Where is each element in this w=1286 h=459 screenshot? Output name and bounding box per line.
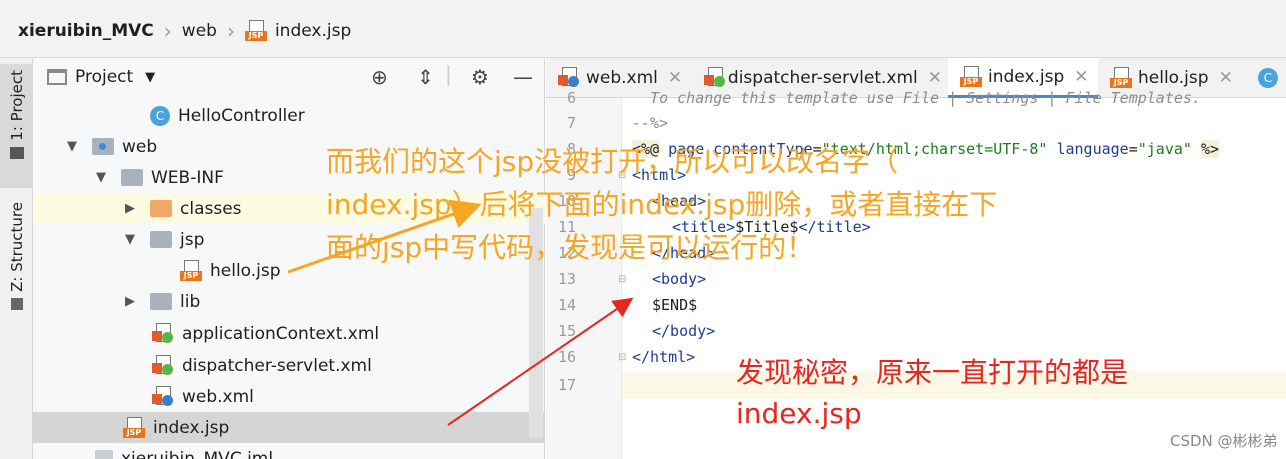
spring-xml-icon xyxy=(704,67,725,89)
line-number: 7 xyxy=(566,114,576,132)
tree-item-label: index.jsp xyxy=(153,417,230,438)
tab-label: web.xml xyxy=(586,68,658,88)
tree-item-web-xml[interactable]: web.xml xyxy=(33,381,545,412)
line-number: 14 xyxy=(557,296,576,314)
orange-annotation: 而我们的这个jsp没被打开，所以可以改名字（ index.jsp）后将下面的in… xyxy=(326,140,997,269)
folder-icon xyxy=(150,231,172,248)
folder-icon xyxy=(9,146,24,159)
web-folder-icon xyxy=(92,138,114,155)
jsp-file-icon: JSP xyxy=(1110,67,1132,89)
tab-label: dispatcher-servlet.xml xyxy=(727,68,918,88)
folder-orange-icon xyxy=(150,200,172,217)
collapse-arrow-icon[interactable]: ▶ xyxy=(122,201,138,216)
code-line-15: </body> xyxy=(652,322,716,340)
project-panel-header: Project ▼ ⊕ ⇕ | ⚙ — xyxy=(33,58,545,98)
jsp-file-icon: JSP xyxy=(180,259,202,282)
close-icon[interactable]: ✕ xyxy=(668,68,682,88)
project-panel-title: Project xyxy=(75,67,134,87)
project-tool-tab[interactable]: 1: Project xyxy=(0,64,33,188)
breadcrumb-project[interactable]: xieruibin_MVC xyxy=(18,21,154,41)
window-icon xyxy=(47,69,67,85)
close-icon[interactable]: ✕ xyxy=(928,68,942,88)
annotation-line: index.jsp xyxy=(736,397,862,430)
tree-item-label: HelloController xyxy=(178,105,305,126)
expand-arrow-icon[interactable]: ▼ xyxy=(93,170,109,185)
tree-item-label: web xyxy=(122,136,158,157)
collapse-arrow-icon[interactable]: ▶ xyxy=(122,294,138,309)
tree-item-label: lib xyxy=(180,291,201,312)
breadcrumb: xieruibin_MVC › web › JSP index.jsp xyxy=(18,19,351,43)
tree-item-hellocontroller[interactable]: C HelloController xyxy=(33,100,545,131)
line-number: 13 xyxy=(557,270,576,288)
line-number: 15 xyxy=(557,322,576,340)
line-number: 17 xyxy=(557,376,576,394)
jsp-file-icon: JSP xyxy=(244,20,267,42)
tab-label: index.jsp xyxy=(988,66,1065,87)
chevron-right-icon: › xyxy=(226,19,235,43)
structure-tab-label: Z: Structure xyxy=(7,202,26,292)
fold-icon[interactable]: ⊟ xyxy=(618,274,626,285)
tree-item-label: xieruibin_MVC.iml xyxy=(121,448,274,459)
separator: | xyxy=(445,62,452,86)
close-icon[interactable]: ✕ xyxy=(1219,68,1233,88)
tree-item-label: web.xml xyxy=(182,386,254,407)
tree-item-applicationcontext[interactable]: applicationContext.xml xyxy=(33,318,545,349)
structure-tool-tab[interactable]: Z: Structure xyxy=(0,198,33,328)
tree-item-index-jsp[interactable]: JSP index.jsp xyxy=(33,412,545,443)
chevron-right-icon: › xyxy=(163,19,172,43)
chevron-down-icon: ▼ xyxy=(145,69,156,85)
close-icon[interactable]: ✕ xyxy=(1074,67,1088,87)
class-icon: C xyxy=(150,105,170,126)
expand-arrow-icon[interactable]: ▼ xyxy=(64,139,80,154)
structure-icon xyxy=(10,297,23,310)
locate-icon[interactable]: ⊕ xyxy=(371,65,388,89)
project-tab-label: 1: Project xyxy=(7,70,26,141)
folder-icon xyxy=(150,293,172,310)
tool-window-strip: 1: Project Z: Structure xyxy=(0,58,33,459)
tree-item-lib[interactable]: ▶ lib xyxy=(33,286,545,317)
jsp-file-icon: JSP xyxy=(123,416,145,439)
line-number: 6 xyxy=(566,89,576,107)
gear-icon[interactable]: ⚙ xyxy=(471,65,489,89)
tree-item-label: applicationContext.xml xyxy=(182,323,380,344)
tree-item-label: dispatcher-servlet.xml xyxy=(182,355,372,376)
tree-item-iml[interactable]: xieruibin_MVC.iml xyxy=(33,443,545,459)
web-xml-icon xyxy=(152,385,174,408)
code-line-14: $END$ xyxy=(652,296,698,314)
tab-label: hello.jsp xyxy=(1138,68,1209,88)
tree-item-label: jsp xyxy=(180,229,205,250)
expand-arrow-icon[interactable]: ▼ xyxy=(122,232,138,247)
class-icon: C xyxy=(1258,68,1278,88)
fold-icon[interactable]: ⊟ xyxy=(618,352,626,363)
spring-xml-icon xyxy=(152,354,174,377)
code-line-6: To change this template use File | Setti… xyxy=(632,89,1201,107)
tree-item-label: hello.jsp xyxy=(210,260,281,281)
folder-icon xyxy=(121,169,143,186)
tree-item-dispatcher-servlet[interactable]: dispatcher-servlet.xml xyxy=(33,350,545,381)
code-line-16: </html> xyxy=(632,348,696,366)
code-line-7: --%> xyxy=(632,114,669,132)
collapse-all-icon[interactable]: ⇕ xyxy=(417,65,434,89)
tab-class-partial[interactable]: C xyxy=(1246,58,1286,98)
watermark: CSDN @彬彬弟 xyxy=(1170,432,1278,450)
minimize-icon[interactable]: — xyxy=(513,65,533,89)
annotation-line: 面的jsp中写代码，发现是可以运行的！ xyxy=(326,231,815,264)
breadcrumb-file[interactable]: index.jsp xyxy=(275,21,351,41)
iml-file-icon xyxy=(95,450,113,459)
code-line-13: <body> xyxy=(652,270,707,288)
jsp-file-icon: JSP xyxy=(960,65,982,88)
tree-item-label: classes xyxy=(180,198,242,219)
annotation-line: 而我们的这个jsp没被打开，所以可以改名字（ xyxy=(326,145,899,178)
annotation-line: 发现秘密，原来一直打开的都是 xyxy=(736,356,1129,389)
navigation-bar: xieruibin_MVC › web › JSP index.jsp xyxy=(0,0,1286,58)
line-number: 16 xyxy=(557,348,576,366)
project-view-selector[interactable]: Project ▼ xyxy=(47,67,155,87)
breadcrumb-folder[interactable]: web xyxy=(182,21,217,41)
red-annotation: 发现秘密，原来一直打开的都是 index.jsp xyxy=(736,352,1128,434)
spring-xml-icon xyxy=(152,322,174,345)
annotation-line: index.jsp）后将下面的index.jsp删除，或者直接在下 xyxy=(326,188,998,221)
tree-item-label: WEB-INF xyxy=(151,167,224,188)
web-xml-icon xyxy=(558,67,580,89)
